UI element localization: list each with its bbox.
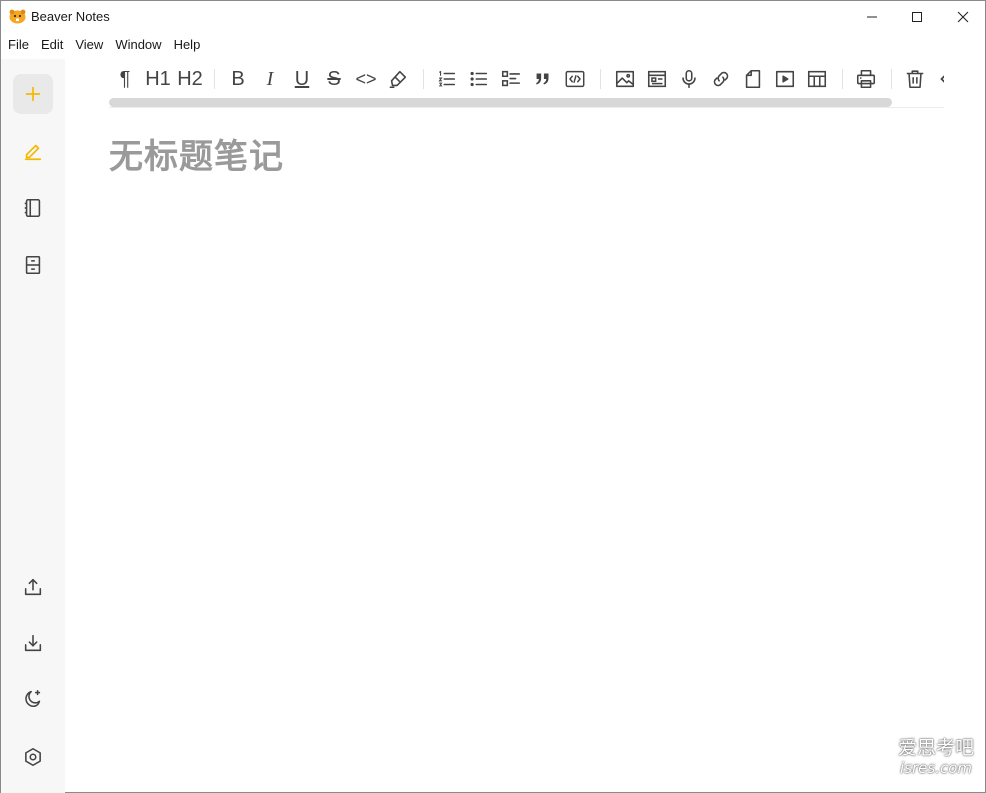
bullet-list-button[interactable] bbox=[465, 65, 493, 93]
highlighter-icon bbox=[389, 70, 407, 89]
delete-note-button[interactable] bbox=[901, 65, 929, 93]
gear-icon bbox=[25, 747, 41, 767]
embed-button[interactable] bbox=[643, 65, 671, 93]
moon-icon bbox=[25, 689, 41, 708]
link-icon bbox=[713, 71, 729, 87]
upload-icon bbox=[24, 578, 42, 596]
menu-view[interactable]: View bbox=[69, 35, 109, 55]
theme-button[interactable] bbox=[13, 679, 53, 719]
printer-icon bbox=[856, 69, 876, 89]
maximize-button[interactable] bbox=[894, 1, 940, 32]
new-note-button[interactable] bbox=[13, 74, 53, 114]
toolbar-divider bbox=[214, 69, 215, 89]
more-tools-button[interactable] bbox=[933, 65, 944, 93]
italic-label: I bbox=[266, 68, 274, 90]
strikethrough-label: S bbox=[327, 68, 341, 90]
archive-icon bbox=[25, 255, 41, 275]
highlight-button[interactable] bbox=[384, 65, 412, 93]
archive-button[interactable] bbox=[13, 245, 53, 285]
window-title: Beaver Notes bbox=[31, 9, 110, 24]
watermark-line2: isres.com bbox=[900, 759, 972, 777]
toolbar-divider bbox=[891, 69, 892, 89]
export-button[interactable] bbox=[13, 567, 53, 607]
maximize-icon bbox=[912, 11, 922, 22]
editor-toolbar: ¶ H1 H2 B I U S <> bbox=[109, 63, 944, 93]
bold-button[interactable]: B bbox=[224, 65, 252, 93]
image-icon bbox=[615, 70, 635, 88]
microphone-icon bbox=[682, 69, 696, 89]
heading1-button[interactable]: H1 bbox=[143, 65, 173, 93]
menu-bar: File Edit View Window Help bbox=[1, 35, 206, 55]
app-window: Beaver Notes File Edit View Window Help bbox=[0, 0, 986, 793]
notebooks-button[interactable] bbox=[13, 188, 53, 228]
title-bar: Beaver Notes bbox=[1, 1, 985, 32]
attach-file-button[interactable] bbox=[739, 65, 767, 93]
notes-button[interactable] bbox=[13, 131, 53, 171]
beaver-logo-icon bbox=[9, 9, 26, 24]
toolbar-divider-line bbox=[109, 107, 944, 108]
toolbar-divider bbox=[423, 69, 424, 89]
heading2-label: H2 bbox=[177, 68, 203, 90]
menu-edit[interactable]: Edit bbox=[35, 35, 69, 55]
paragraph-label: ¶ bbox=[119, 68, 131, 90]
insert-video-button[interactable] bbox=[771, 65, 799, 93]
inline-code-label: <> bbox=[355, 69, 377, 89]
ordered-list-icon bbox=[438, 70, 456, 87]
video-icon bbox=[775, 70, 795, 88]
insert-link-button[interactable] bbox=[707, 65, 735, 93]
heading2-button[interactable]: H2 bbox=[175, 65, 205, 93]
close-button[interactable] bbox=[940, 1, 986, 32]
inline-code-button[interactable]: <> bbox=[352, 65, 380, 93]
menu-file[interactable]: File bbox=[1, 35, 35, 55]
toolbar-divider bbox=[842, 69, 843, 89]
menu-help[interactable]: Help bbox=[168, 35, 207, 55]
import-button[interactable] bbox=[13, 623, 53, 663]
italic-button[interactable]: I bbox=[256, 65, 284, 93]
chevron-left-icon bbox=[940, 75, 944, 83]
plus-icon bbox=[25, 86, 41, 102]
watermark-line1: 爱思考吧 bbox=[897, 737, 974, 759]
code-block-icon bbox=[565, 70, 585, 88]
record-audio-button[interactable] bbox=[675, 65, 703, 93]
insert-table-button[interactable] bbox=[803, 65, 831, 93]
paragraph-button[interactable]: ¶ bbox=[111, 65, 139, 93]
underline-button[interactable]: U bbox=[288, 65, 316, 93]
insert-image-button[interactable] bbox=[611, 65, 639, 93]
toolbar-scrollbar-thumb[interactable] bbox=[109, 98, 892, 107]
sidebar bbox=[1, 59, 65, 793]
ordered-list-button[interactable] bbox=[433, 65, 461, 93]
settings-button[interactable] bbox=[13, 737, 53, 777]
menu-window[interactable]: Window bbox=[109, 35, 167, 55]
pencil-icon bbox=[24, 144, 42, 161]
task-list-button[interactable] bbox=[497, 65, 525, 93]
watermark: 爱思考吧 isres.com bbox=[890, 737, 982, 777]
note-title-placeholder[interactable]: 无标题笔记 bbox=[109, 129, 284, 178]
quote-icon bbox=[536, 73, 549, 85]
notebook-icon bbox=[24, 198, 41, 218]
trash-icon bbox=[906, 70, 924, 89]
download-icon bbox=[24, 634, 42, 652]
article-icon bbox=[647, 70, 667, 88]
strikethrough-button[interactable]: S bbox=[320, 65, 348, 93]
heading1-label: H1 bbox=[145, 68, 171, 90]
toolbar-divider bbox=[600, 69, 601, 89]
checklist-icon bbox=[501, 70, 521, 87]
print-button[interactable] bbox=[852, 65, 880, 93]
blockquote-button[interactable] bbox=[529, 65, 557, 93]
bullet-list-icon bbox=[470, 71, 488, 87]
bold-label: B bbox=[231, 68, 245, 90]
code-block-button[interactable] bbox=[561, 65, 589, 93]
minimize-button[interactable] bbox=[849, 1, 895, 32]
table-icon bbox=[807, 70, 827, 88]
close-icon bbox=[957, 11, 969, 22]
file-icon bbox=[745, 69, 761, 89]
minimize-icon bbox=[867, 16, 877, 17]
underline-label: U bbox=[294, 68, 310, 90]
